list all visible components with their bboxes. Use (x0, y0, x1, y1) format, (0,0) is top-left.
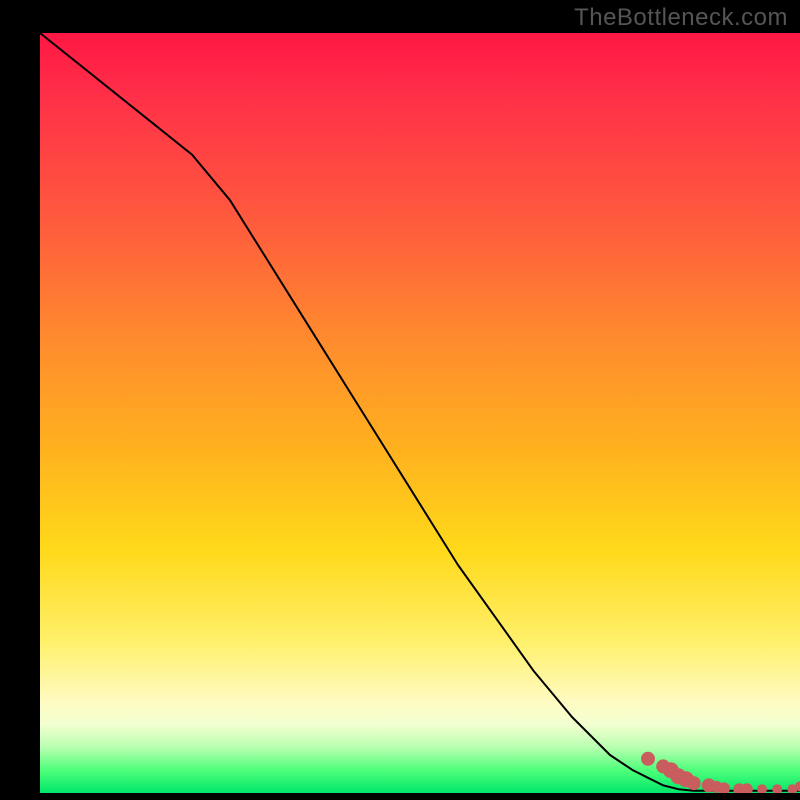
data-marker (757, 784, 767, 793)
chart-overlay (40, 33, 800, 793)
data-marker (772, 784, 782, 793)
chart-frame: TheBottleneck.com (0, 0, 800, 800)
plot-area (40, 33, 800, 793)
bottleneck-curve (40, 33, 800, 791)
data-marker (641, 752, 655, 766)
watermark-text: TheBottleneck.com (574, 4, 788, 32)
data-marker (687, 776, 701, 790)
